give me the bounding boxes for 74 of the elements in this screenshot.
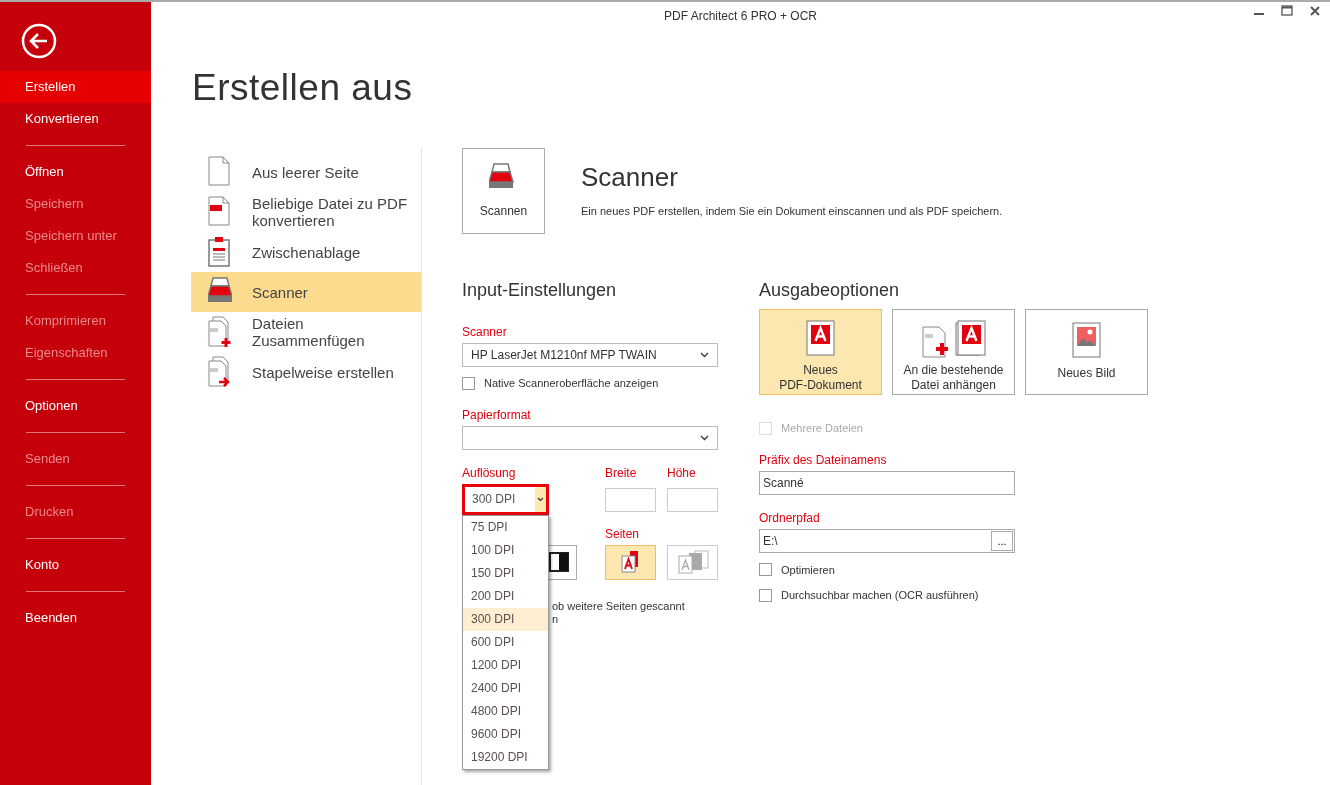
dropdown-option[interactable]: 200 DPI	[463, 584, 548, 608]
folder-path-field[interactable]: E:\ ...	[759, 528, 1015, 553]
field-label: Papierformat	[462, 407, 532, 422]
color-mode-button[interactable]	[549, 544, 577, 580]
sidebar-item[interactable]: Beenden	[0, 602, 151, 634]
page-mode-button[interactable]	[605, 544, 656, 580]
dropdown-option[interactable]: 150 DPI	[463, 561, 548, 585]
sidebar-item[interactable]: Erstellen	[0, 71, 151, 103]
dropdown-option[interactable]: 600 DPI	[463, 630, 548, 654]
source-option[interactable]: Stapelweise erstellen	[191, 352, 421, 392]
merge-pages-icon	[208, 316, 232, 348]
checkbox[interactable]	[759, 563, 772, 577]
output-option[interactable]: An die bestehende Datei anhängen	[892, 309, 1015, 395]
page-icon	[208, 156, 232, 188]
section-title: Scanner	[581, 161, 679, 193]
checkbox-label: Durchsuchbar machen (OCR ausführen)	[781, 588, 979, 603]
field-label: Präfix des Dateinamens	[759, 452, 888, 467]
scanner-dropdown[interactable]: HP LaserJet M1210nf MFP TWAIN	[462, 343, 718, 367]
multi-page-icon	[675, 550, 710, 574]
field-label: Breite	[605, 465, 638, 480]
dropdown-option[interactable]: 9600 DPI	[463, 722, 548, 746]
sidebar-item[interactable]: Optionen	[0, 390, 151, 422]
checkbox[interactable]	[462, 376, 475, 390]
checkbox[interactable]	[759, 588, 772, 602]
sidebar-item[interactable]: Konvertieren	[0, 103, 151, 135]
source-option[interactable]: Zwischenablage	[191, 232, 421, 272]
page-mode-button[interactable]	[667, 544, 718, 580]
paper-format-dropdown[interactable]	[462, 425, 718, 450]
output-option[interactable]: Neues Bild	[1025, 309, 1148, 395]
dropdown-option[interactable]: 2400 DPI	[463, 676, 548, 700]
field-label: Seiten	[605, 526, 641, 541]
height-input[interactable]	[667, 487, 718, 512]
caret-icon	[537, 496, 544, 502]
window-title: PDF Architect 6 PRO + OCR	[663, 8, 817, 25]
field-label: Höhe	[667, 465, 697, 480]
browse-button[interactable]: ...	[991, 530, 1013, 551]
sidebar-item[interactable]: Konto	[0, 549, 151, 581]
output-option[interactable]: Neues PDF-Dokument	[759, 309, 882, 395]
width-input[interactable]	[605, 487, 656, 512]
append-document-icon	[921, 318, 986, 359]
field-label: Auflösung	[462, 465, 517, 480]
scan-button[interactable]: Scannen	[462, 148, 545, 234]
pdf-document-icon	[805, 320, 836, 357]
description-text: Ein neues PDF erstellen, indem Sie ein Dokument einscannen und als PDF speichern.	[581, 204, 1003, 219]
field-label: Scanner	[462, 325, 508, 339]
section-title: Input-Einstellungen	[462, 279, 618, 301]
source-option[interactable]: Scanner	[191, 272, 421, 312]
source-option[interactable]: Aus leerer Seite	[191, 152, 421, 192]
checkbox-label: Native Scanneroberfläche anzeigen	[484, 376, 659, 391]
image-icon	[1071, 321, 1102, 359]
checkbox-label: Optimieren	[781, 562, 835, 578]
page-heading: Erstellen aus	[192, 66, 414, 110]
dropdown-option[interactable]: 4800 DPI	[463, 699, 548, 723]
dropdown-option[interactable]: 300 DPI	[463, 607, 548, 631]
caret-icon	[700, 352, 709, 358]
checkbox-label: Mehrere Dateien	[781, 421, 863, 436]
maximize-icon[interactable]	[1280, 4, 1294, 18]
clipboard-icon	[208, 236, 232, 268]
pdf-page-icon	[208, 196, 232, 228]
option-text: ob weitere Seiten gescannt	[552, 599, 686, 613]
dropdown-option[interactable]: 75 DPI	[463, 515, 548, 539]
sidebar-item[interactable]: Öffnen	[0, 156, 151, 188]
field-label: Ordnerpfad	[759, 510, 821, 525]
close-icon[interactable]	[1308, 4, 1322, 18]
dropdown-option[interactable]: 100 DPI	[463, 538, 548, 562]
caret-icon	[700, 434, 709, 441]
batch-pages-icon	[208, 356, 232, 388]
dropdown-option[interactable]: 1200 DPI	[463, 653, 548, 677]
source-option[interactable]: Dateien Zusammenfügen	[191, 312, 421, 352]
option-text: n	[552, 612, 560, 626]
dropdown-option[interactable]: 19200 DPI	[463, 745, 548, 769]
prefix-input[interactable]: Scanné	[759, 470, 1015, 495]
section-title: Ausgabeoptionen	[759, 279, 901, 301]
source-option[interactable]: Beliebige Datei zu PDF konvertieren	[191, 192, 421, 232]
